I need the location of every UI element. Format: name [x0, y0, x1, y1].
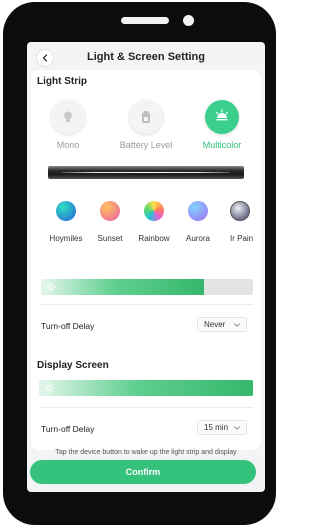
- effect-ir-pain-label: Ir Pain: [230, 234, 254, 243]
- page-title: Light & Screen Setting: [87, 51, 205, 63]
- effect-sunset-swatch[interactable]: [100, 201, 120, 221]
- chevron-down-icon: [234, 323, 240, 327]
- mode-multicolor-button[interactable]: [205, 100, 239, 134]
- speaker-grille: [121, 17, 169, 24]
- display-screen-card: Display Screen Turn-off Delay 15 min: [31, 352, 261, 450]
- divider: [41, 304, 253, 305]
- display-turn-off-delay-select[interactable]: 15 min: [197, 420, 247, 435]
- effect-hoymiles-swatch[interactable]: [56, 201, 76, 221]
- effect-ir-pain-swatch[interactable]: [230, 201, 250, 221]
- light-strip-title: Light Strip: [37, 76, 87, 87]
- light-strip-brightness-slider[interactable]: [41, 279, 253, 295]
- bulb-icon: [64, 111, 72, 122]
- display-turn-off-delay-label: Turn-off Delay: [41, 424, 95, 434]
- display-screen-title: Display Screen: [37, 360, 109, 371]
- mode-multicolor-label: Multicolor: [202, 140, 242, 150]
- multicolor-light-icon: [215, 109, 229, 121]
- light-strip-preview: [48, 166, 244, 179]
- effect-aurora-swatch[interactable]: [188, 201, 208, 221]
- effect-rainbow-swatch[interactable]: [144, 201, 164, 221]
- effect-aurora-label: Aurora: [185, 234, 210, 243]
- light-turn-off-delay-label: Turn-off Delay: [41, 321, 95, 331]
- wake-hint-text: Tap the device button to wake up the lig…: [55, 449, 237, 456]
- phone-frame: Light & Screen Setting Light Strip Mono: [3, 2, 276, 525]
- light-strip-card: Light Strip Mono Battery Level Multicolo…: [31, 70, 261, 372]
- app-screen: Light & Screen Setting Light Strip Mono: [27, 42, 265, 492]
- display-brightness-fill: [39, 380, 253, 396]
- front-camera: [183, 15, 194, 26]
- chevron-down-icon: [234, 426, 240, 430]
- light-strip-brightness-fill: [41, 279, 205, 295]
- display-brightness-slider[interactable]: [39, 380, 253, 396]
- brightness-icon: [46, 282, 56, 292]
- mode-battery-label: Battery Level: [119, 140, 173, 150]
- light-strip-glow: [62, 172, 230, 173]
- mode-mono-button[interactable]: [51, 100, 85, 134]
- display-turn-off-delay-value: 15 min: [204, 423, 229, 432]
- light-turn-off-delay-value: Never: [204, 320, 226, 329]
- mode-mono-label: Mono: [56, 140, 80, 150]
- divider: [41, 407, 253, 408]
- brightness-icon: [44, 383, 54, 393]
- mode-battery-button[interactable]: [129, 100, 163, 134]
- light-turn-off-delay-select[interactable]: Never: [197, 317, 247, 332]
- battery-icon: [142, 111, 150, 123]
- confirm-button[interactable]: Confirm: [30, 460, 256, 484]
